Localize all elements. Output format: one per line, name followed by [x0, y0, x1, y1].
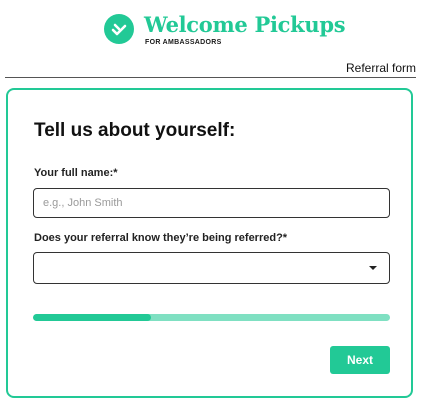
brand-title: Welcome Pickups	[144, 12, 346, 37]
wave-hand-icon	[104, 14, 134, 44]
referral-known-select[interactable]	[33, 252, 390, 284]
form-title: Tell us about yourself:	[34, 120, 236, 141]
full-name-label: Your full name:*	[34, 167, 118, 179]
referral-known-label: Does your referral know they’re being re…	[34, 232, 288, 244]
brand-tagline: FOR AMBASSADORS	[145, 39, 222, 46]
header-divider	[5, 77, 416, 78]
full-name-input[interactable]	[33, 188, 390, 218]
chevron-down-icon	[369, 266, 377, 270]
header: Welcome Pickups FOR AMBASSADORS	[0, 10, 423, 54]
next-button[interactable]: Next	[330, 346, 390, 374]
referral-form-card: Tell us about yourself: Your full name:*…	[6, 88, 413, 398]
form-label: Referral form	[345, 61, 416, 75]
progress-fill	[33, 314, 151, 321]
progress-bar	[33, 314, 390, 321]
